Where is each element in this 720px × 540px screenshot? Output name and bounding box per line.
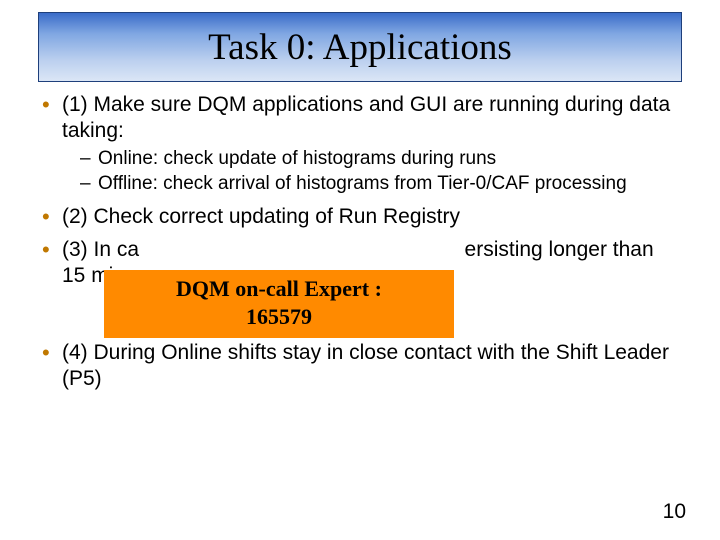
bullet-1-sub-2: Offline: check arrival of histograms fro… <box>62 172 682 195</box>
slide-body: (1) Make sure DQM applications and GUI a… <box>38 92 682 400</box>
bullet-3-fragment-a: (3) In ca <box>62 238 139 261</box>
bullet-1: (1) Make sure DQM applications and GUI a… <box>38 92 682 196</box>
expert-callout-box: DQM on-call Expert : 165579 <box>104 270 454 338</box>
bullet-4: (4) During Online shifts stay in close c… <box>38 340 682 391</box>
expert-callout-number: 165579 <box>114 304 444 330</box>
title-banner: Task 0: Applications <box>38 12 682 82</box>
bullet-1-text: (1) Make sure DQM applications and GUI a… <box>62 93 670 142</box>
bullet-2: (2) Check correct updating of Run Regist… <box>38 204 682 230</box>
page-number: 10 <box>663 500 686 524</box>
expert-callout-label: DQM on-call Expert : <box>114 276 444 302</box>
slide-title: Task 0: Applications <box>208 26 512 69</box>
bullet-list: (1) Make sure DQM applications and GUI a… <box>38 92 682 392</box>
bullet-1-sub-1: Online: check update of histograms durin… <box>62 147 682 170</box>
bullet-1-sublist: Online: check update of histograms durin… <box>62 147 682 195</box>
slide: Task 0: Applications (1) Make sure DQM a… <box>0 0 720 540</box>
